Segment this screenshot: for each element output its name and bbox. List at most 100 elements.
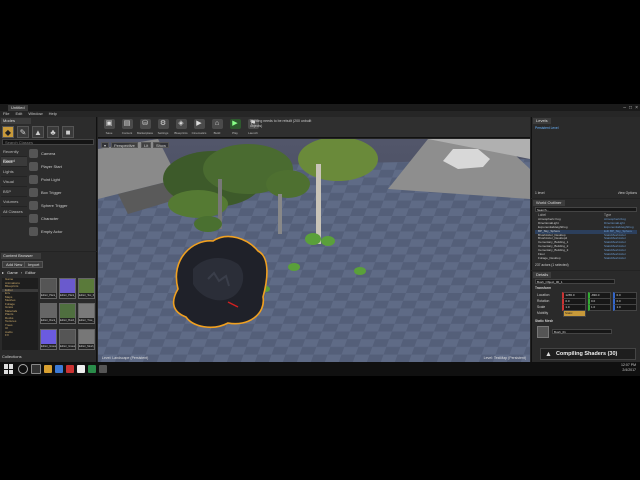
modes-tab[interactable]: Modes: [1, 118, 31, 124]
browser-icon[interactable]: [55, 365, 63, 373]
asset-tile[interactable]: Editor_Tree_06: [78, 303, 95, 325]
mesh-thumbnail[interactable]: [537, 326, 549, 338]
placeable-item[interactable]: Empty Actor: [29, 225, 95, 238]
app-icon[interactable]: [88, 365, 96, 373]
play-icon: ▶: [229, 119, 241, 129]
perspective-button[interactable]: Perspective: [111, 142, 138, 148]
asset-label: Editor_Grass_08: [60, 343, 75, 349]
modes-panel: Modes ◆ ✎ ▲ ♣ ■ Search Classes Recently …: [0, 117, 97, 251]
static-mesh-field[interactable]: Bush_01: [552, 329, 612, 334]
asset-label: Editor_Grass_07: [41, 343, 56, 349]
actor-type: StaticMeshActor: [604, 256, 626, 260]
content-button[interactable]: ▤ Content: [119, 119, 135, 135]
add-new-button[interactable]: Add New: [2, 261, 27, 268]
folder-tree: Game Animations Blueprints Editor Env Maps Mes…: [2, 278, 38, 350]
paint-mode-icon[interactable]: ✎: [17, 126, 29, 138]
lit-button[interactable]: Lit: [141, 142, 152, 148]
mobility-row: Mobility Static: [537, 309, 637, 317]
sphere-icon: [29, 201, 38, 210]
import-button[interactable]: Import: [24, 261, 44, 268]
content-browser-tab[interactable]: Content Browser: [1, 253, 41, 259]
levels-tab[interactable]: Levels: [533, 118, 551, 124]
geometry-mode-icon[interactable]: ■: [62, 126, 74, 138]
details-tab[interactable]: Details: [533, 272, 552, 278]
toolbar-label: Play: [232, 131, 238, 135]
asset-tile[interactable]: Editor_Rock_04: [40, 303, 57, 325]
cinematics-button[interactable]: ▶ Cinematics: [191, 119, 207, 135]
blueprints-icon: ◈: [175, 119, 187, 129]
folder-item[interactable]: FX: [2, 333, 38, 338]
collections-toggle[interactable]: Collections: [2, 354, 94, 360]
toolbar-label: Cinematics: [191, 131, 207, 135]
outliner-row[interactable]: Foliage_Desktop StaticMeshActor: [535, 257, 637, 261]
show-button[interactable]: Show: [153, 142, 170, 148]
object-name-field[interactable]: Bush_Object_00_1: [535, 279, 615, 284]
play-button[interactable]: ▶ Play: [227, 119, 243, 135]
asset-tile[interactable]: Editor_Tex_03: [78, 278, 95, 299]
levels-count: 1 level: [535, 191, 545, 195]
blueprints-button[interactable]: ◈ Blueprints: [173, 119, 189, 135]
outliner-list: Atmospheric Fog AtmosphericFog Directional…: [535, 218, 637, 261]
asset-tile[interactable]: Editor_Mesh_09: [78, 328, 95, 350]
rotation-label: Rotation: [537, 299, 550, 303]
app-icon[interactable]: [99, 365, 107, 373]
player-start-icon: [29, 162, 38, 171]
category-item[interactable]: Recently Placed: [1, 147, 27, 163]
actor-icon: [29, 227, 38, 236]
chevron-right-icon: ›: [20, 270, 23, 275]
category-item[interactable]: BSP: [1, 187, 27, 197]
placeable-item[interactable]: Player Start: [29, 160, 95, 173]
outliner-tab[interactable]: World Outliner: [533, 200, 565, 206]
static-mesh-header[interactable]: Static Mesh: [535, 319, 553, 324]
clock-date[interactable]: 2/4/2017: [621, 368, 636, 373]
viewport-options-button[interactable]: ▾: [101, 142, 110, 148]
asset-tile[interactable]: Editor_Grass_08: [59, 328, 76, 350]
placeable-item[interactable]: Box Trigger: [29, 186, 95, 199]
level-viewport[interactable]: ▾ Perspective Lit Show Level: Landscape …: [98, 139, 530, 362]
unreal-editor-icon[interactable]: [77, 365, 85, 373]
build-button[interactable]: ⌂ Build: [209, 119, 225, 135]
category-item[interactable]: Volumes: [1, 197, 27, 207]
settings-button[interactable]: ⚙ Settings: [155, 119, 171, 135]
file-explorer-icon[interactable]: [44, 365, 52, 373]
mobility-static-button[interactable]: Static: [563, 309, 586, 317]
placeable-item[interactable]: Sphere Trigger: [29, 199, 95, 212]
placeable-item[interactable]: Camera: [29, 147, 95, 160]
app-icon[interactable]: [66, 365, 74, 373]
mode-categories: Recently Placed Basic Lights Visual BSP …: [1, 147, 27, 217]
asset-tile[interactable]: Editor_Plant_02: [59, 278, 76, 299]
asset-grid: Editor_Plant_01 Editor_Plant_02 Editor_Tex…: [40, 278, 96, 352]
windows-start-icon[interactable]: [4, 364, 14, 374]
scale-z-field[interactable]: 1.0: [613, 303, 638, 311]
folder-icon: ▸: [2, 270, 5, 275]
level-row[interactable]: Persistent Level: [535, 126, 635, 131]
placeable-item[interactable]: Point Light: [29, 173, 95, 186]
category-item[interactable]: Lights: [1, 167, 27, 177]
place-mode-icon[interactable]: ◆: [2, 126, 14, 138]
outliner-search-input[interactable]: Search...: [535, 207, 637, 212]
task-view-icon[interactable]: [31, 364, 41, 374]
asset-tile[interactable]: Editor_Plant_01: [40, 278, 57, 299]
search-icon[interactable]: [18, 364, 28, 374]
breadcrumb-item[interactable]: Editor: [25, 270, 35, 276]
class-search-input[interactable]: Search Classes: [2, 139, 94, 145]
landscape-mode-icon[interactable]: ▲: [32, 126, 44, 138]
breadcrumb-item[interactable]: Game: [7, 270, 18, 276]
asset-tile[interactable]: Editor_Grass_07: [40, 328, 57, 350]
category-item[interactable]: All Classes: [1, 207, 27, 217]
asset-tile[interactable]: Editor_Bush_05: [59, 303, 76, 325]
actor-label: Foliage_Desktop: [538, 256, 561, 260]
selected-bush[interactable]: [172, 235, 268, 329]
viewport-stats: Level: Landscape (Persistent): [102, 356, 149, 360]
transform-header[interactable]: Transform: [535, 286, 551, 291]
category-item[interactable]: Visual: [1, 177, 27, 187]
placeable-item[interactable]: Character: [29, 212, 95, 225]
breadcrumb: ▸ Game › Editor: [2, 270, 94, 276]
marketplace-button[interactable]: ⛁ Marketplace: [137, 119, 153, 135]
foliage-mode-icon[interactable]: ♣: [47, 126, 59, 138]
current-level-label: Level: TestMap (Persistent): [483, 356, 526, 360]
scale-y-field[interactable]: 1.0: [587, 303, 612, 311]
view-options-button[interactable]: View Options: [618, 191, 637, 196]
save-button[interactable]: ▣ Save: [101, 119, 117, 135]
camera-icon: [29, 149, 38, 158]
